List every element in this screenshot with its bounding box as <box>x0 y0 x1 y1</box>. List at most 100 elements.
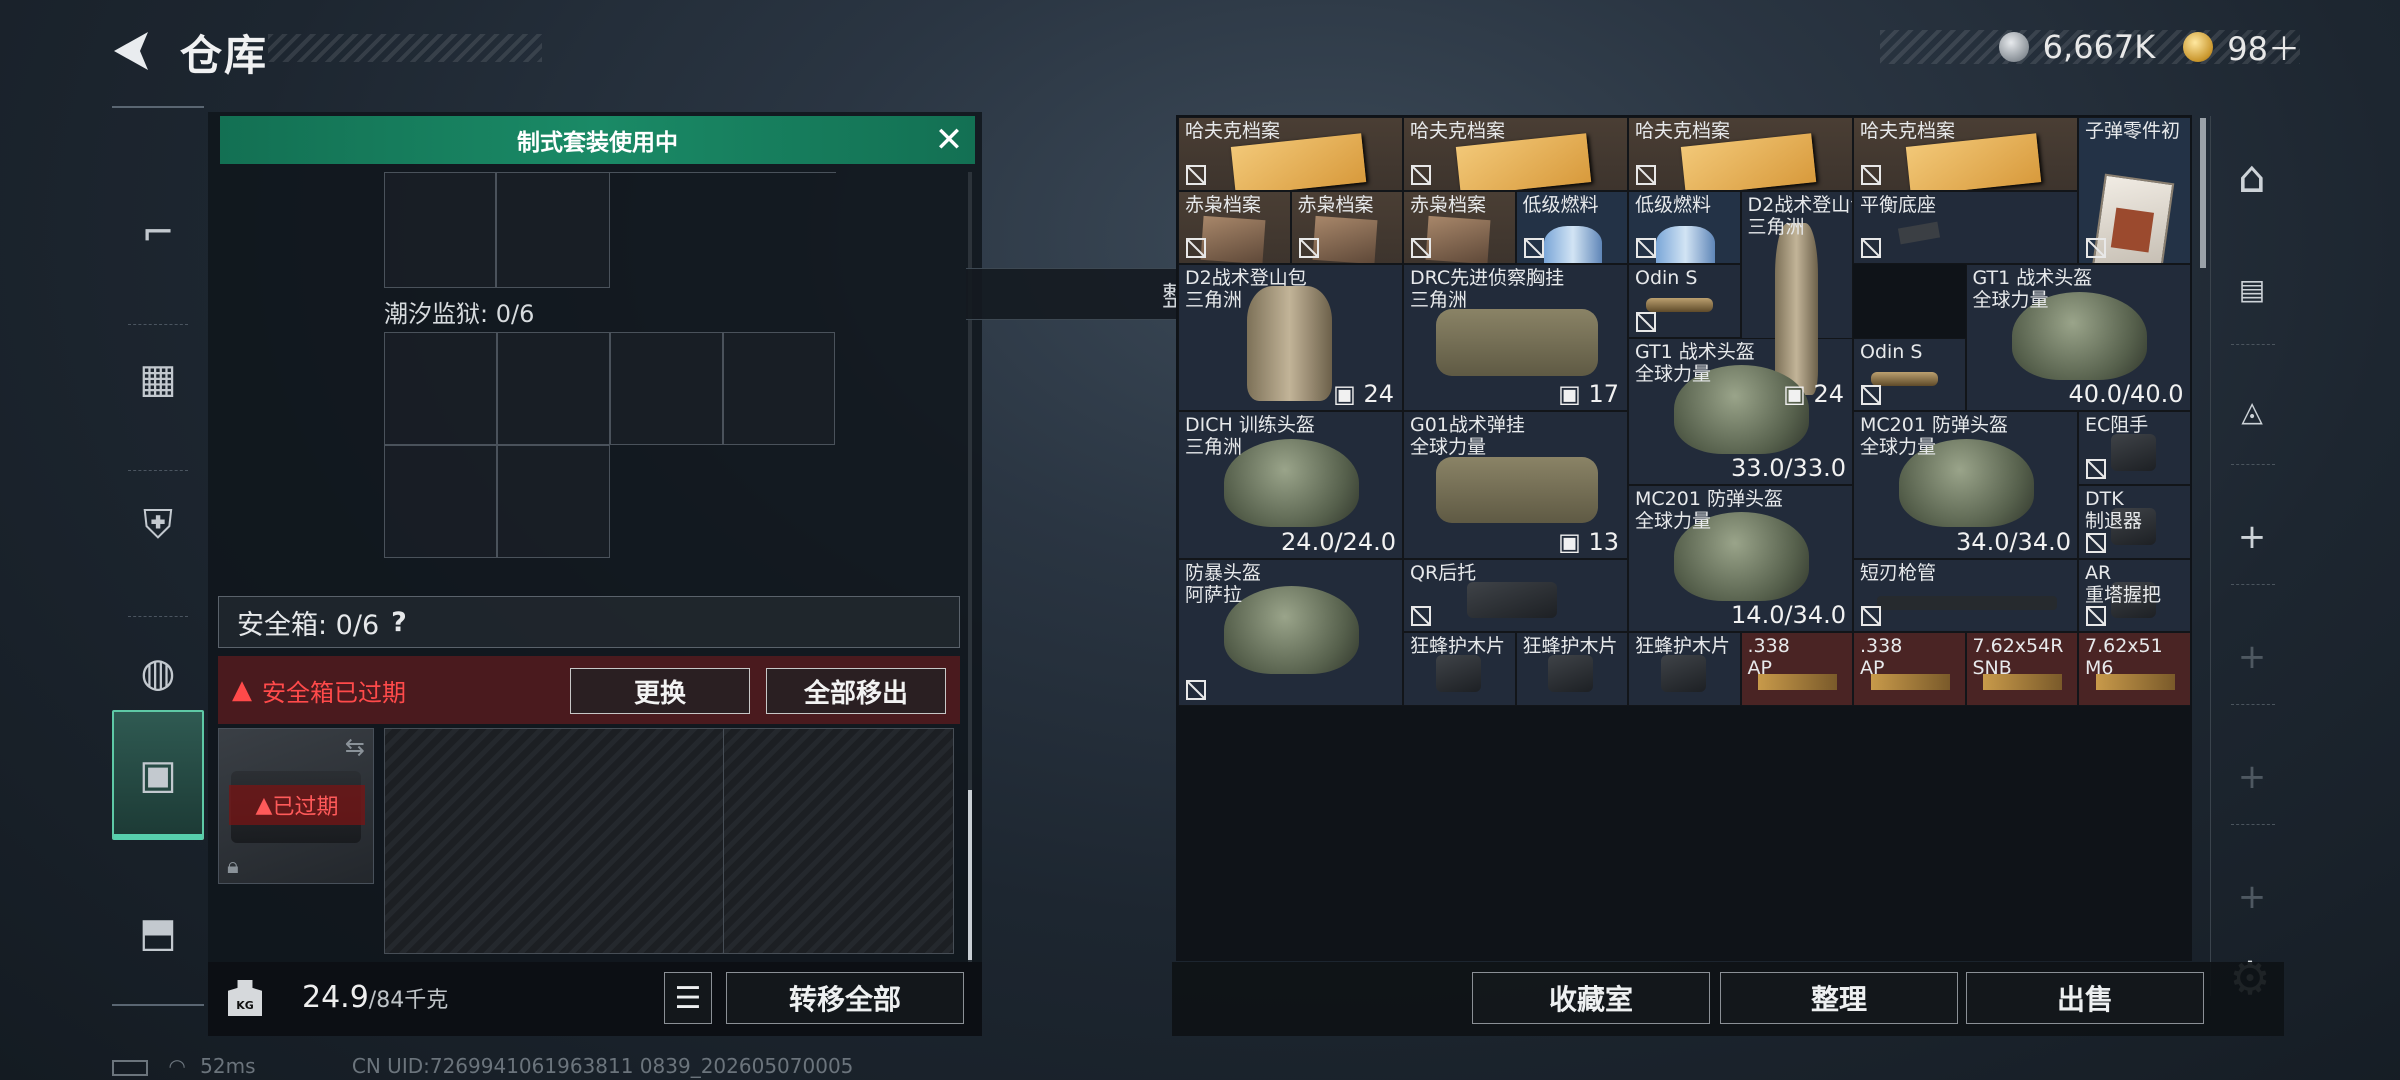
inventory-item[interactable]: .338 AP <box>1740 632 1853 706</box>
item-name: 哈夫克档案 <box>1860 120 1956 142</box>
safebox-storage-grid[interactable] <box>384 728 954 954</box>
slot-cell[interactable] <box>384 172 496 288</box>
item-durability: 24.0/24.0 <box>1281 527 1396 556</box>
no-sell-icon <box>1635 164 1657 186</box>
plus-icon: + <box>2237 877 2267 917</box>
inventory-item[interactable]: 狂蜂护木片 <box>1403 632 1516 706</box>
inventory-item[interactable]: 防暴头盔 阿萨拉 <box>1178 558 1403 706</box>
grid-scrollbar-thumb[interactable] <box>2200 118 2206 268</box>
back-arrow-icon[interactable] <box>108 28 154 74</box>
inventory-item[interactable]: MC201 防弹头盔 全球力量 14.0/34.0 <box>1628 485 1853 633</box>
item-name: MC201 防弹头盔 全球力量 <box>1635 488 1783 532</box>
slot-cell[interactable] <box>496 172 610 288</box>
nav-safebox[interactable]: ▣ <box>112 710 204 840</box>
nav-toolbox[interactable]: ⬒ <box>112 868 204 998</box>
panel-scrollbar-thumb[interactable] <box>968 790 972 960</box>
remove-all-button[interactable]: 全部移出 <box>766 668 946 714</box>
no-sell-icon <box>2085 532 2107 554</box>
help-icon[interactable]: ? <box>391 607 407 638</box>
inventory-item[interactable]: D2战术登山包 三角洲 ▣ 24 <box>1178 264 1403 412</box>
close-icon[interactable]: ✕ <box>931 122 967 158</box>
no-sell-icon <box>1185 237 1207 259</box>
plus-icon: + <box>2237 757 2267 797</box>
no-sell-icon <box>1523 237 1545 259</box>
item-name: 子弹零件初 <box>2085 120 2181 142</box>
inventory-item[interactable]: GT1 战术头盔 全球力量 40.0/40.0 <box>1965 264 2190 412</box>
inventory-item[interactable]: Odin S <box>1628 264 1741 338</box>
list-view-button[interactable]: ☰ <box>664 972 712 1024</box>
inventory-item[interactable]: QR后托 <box>1403 558 1628 633</box>
slot-cell[interactable] <box>497 332 610 445</box>
loadout-banner: 制式套装使用中 ✕ <box>220 116 975 164</box>
silver-coin-icon <box>1998 32 2029 62</box>
inventory-item[interactable]: 哈夫克档案 <box>1403 117 1628 191</box>
inventory-item[interactable]: 狂蜂护木片 <box>1628 632 1741 706</box>
inventory-item[interactable]: 哈夫克档案 <box>1178 117 1403 191</box>
gold-amount[interactable]: 98＋ <box>2227 24 2300 70</box>
plus-icon: + <box>2237 517 2267 557</box>
collection-room-button[interactable]: 收藏室 <box>1472 972 1710 1024</box>
inventory-item[interactable]: 狂蜂护木片 <box>1515 632 1628 706</box>
inventory-item[interactable]: 低级燃料 <box>1515 190 1628 265</box>
prison-capacity-label: 潮汐监狱: 0/6 <box>384 300 535 328</box>
inventory-item[interactable]: Odin S <box>1853 337 1966 412</box>
inventory-item[interactable]: 7.62x51 M6 <box>2078 632 2190 706</box>
warehouse-tab-button[interactable]: ⌂ <box>2219 144 2285 210</box>
item-durability: 34.0/34.0 <box>1956 527 2071 556</box>
no-sell-icon <box>1635 237 1657 259</box>
storage-expand-icon: ◬ <box>2241 394 2263 428</box>
lock-icon: 🔒︎ <box>227 854 239 879</box>
nav-weapons[interactable]: ⌐ <box>112 168 204 298</box>
inventory-item[interactable]: 哈夫克档案 <box>1853 117 2078 191</box>
inventory-item[interactable]: 哈夫克档案 <box>1628 117 1853 191</box>
vest-icon: ▦ <box>139 356 177 402</box>
clipboard-icon: ▣ <box>139 752 177 798</box>
replace-button[interactable]: 更换 <box>570 668 750 714</box>
item-name: 哈夫克档案 <box>1410 120 1506 142</box>
item-name: GT1 战术头盔 全球力量 <box>1972 267 2093 312</box>
inventory-item[interactable]: AR 重塔握把 <box>2078 558 2190 633</box>
inventory-item[interactable]: EC阻手 <box>2078 411 2190 485</box>
item-name: DTK 制退器 <box>2085 488 2143 532</box>
inventory-item[interactable]: 低级燃料 <box>1628 190 1741 265</box>
slot-cell[interactable] <box>497 445 610 558</box>
slot-cell[interactable] <box>723 332 835 445</box>
medkit-icon: ⛨ <box>143 502 173 548</box>
inventory-item[interactable]: 短刃枪管 <box>1853 558 2078 633</box>
storage-expansion-IV-button[interactable]: ▤ <box>2219 256 2285 322</box>
inventory-item[interactable]: MC201 防弹头盔 全球力量 34.0/34.0 <box>1853 411 2078 559</box>
inventory-item[interactable]: 赤枭档案 <box>1290 190 1403 265</box>
add-storage-button[interactable]: + <box>2219 504 2285 570</box>
inventory-item[interactable]: .338 AP <box>1853 632 1966 706</box>
inventory-item[interactable]: DICH 训练头盔 三角洲 24.0/24.0 <box>1178 411 1403 559</box>
item-name: 赤枭档案 <box>1410 193 1487 216</box>
slot-cell[interactable] <box>610 332 723 445</box>
nav-medical[interactable]: ⛨ <box>112 460 204 590</box>
storage-expansion-III-button[interactable]: ◬ <box>2219 378 2285 444</box>
nav-vest[interactable]: ▦ <box>112 314 204 444</box>
silver-amount: 6,667K <box>2042 28 2156 66</box>
transfer-all-button[interactable]: 转移全部 <box>726 972 964 1024</box>
slot-cell[interactable] <box>384 332 497 445</box>
inventory-item[interactable]: 7.62x54R SNB <box>1965 632 2078 706</box>
item-name: 哈夫克档案 <box>1185 120 1281 142</box>
inventory-item[interactable]: 子弹零件初 <box>2078 117 2190 265</box>
sort-button[interactable]: 整理 <box>1720 972 1958 1024</box>
inventory-item[interactable]: 平衡底座 <box>1853 190 2078 265</box>
storage-expand-icon: ▤ <box>2238 272 2266 306</box>
sell-button[interactable]: 出售 <box>1966 972 2204 1024</box>
inventory-item[interactable]: 赤枭档案 <box>1178 190 1291 265</box>
item-capacity: ▣ 24 <box>1333 380 1394 409</box>
currency-bar: 6,667K 98＋ <box>1880 28 2300 68</box>
inventory-item[interactable]: DRC先进侦察胸挂 三角洲 ▣ 17 <box>1403 264 1628 412</box>
item-capacity: ▣ 17 <box>1558 380 1619 409</box>
inventory-item[interactable]: GT1 战术头盔 全球力量 33.0/33.0 <box>1628 337 1853 485</box>
inventory-item[interactable]: G01战术弹挂 全球力量 ▣ 13 <box>1403 411 1628 559</box>
no-sell-icon <box>2085 458 2107 480</box>
no-sell-icon <box>1860 384 1882 406</box>
item-durability: 33.0/33.0 <box>1731 453 1846 482</box>
inventory-item[interactable]: DTK 制退器 <box>2078 485 2190 559</box>
safebox-case[interactable]: ⇆ ▲ 已过期 🔒︎ <box>218 728 374 884</box>
slot-cell[interactable] <box>384 445 497 558</box>
inventory-item[interactable]: 赤枭档案 <box>1403 190 1516 265</box>
